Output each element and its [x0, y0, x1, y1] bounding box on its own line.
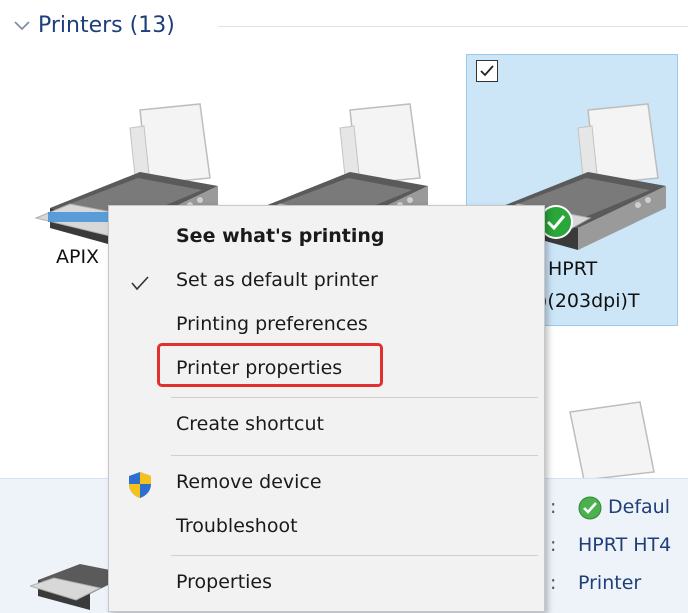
menu-item-see-whats-printing[interactable]: See what's printing	[109, 216, 544, 260]
menu-item-printing-preferences[interactable]: Printing preferences	[109, 304, 544, 348]
menu-item-label: Troubleshoot	[176, 515, 298, 537]
chevron-down-icon	[14, 21, 30, 31]
menu-item-label: See what's printing	[176, 225, 385, 247]
menu-item-remove-device[interactable]: Remove device	[109, 462, 544, 506]
menu-item-set-default[interactable]: Set as default printer	[109, 260, 544, 304]
section-divider	[218, 26, 688, 27]
details-colon: :	[550, 534, 557, 556]
menu-item-create-shortcut[interactable]: Create shortcut	[109, 404, 544, 448]
details-model: HPRT HT4	[578, 534, 672, 556]
green-check-icon	[578, 496, 602, 520]
menu-item-properties[interactable]: Properties	[109, 562, 544, 606]
printers-section-header[interactable]: Printers (13)	[12, 8, 175, 42]
details-category: Printer	[578, 572, 642, 594]
menu-separator	[171, 455, 538, 456]
details-status: Defaul	[608, 496, 670, 518]
menu-separator	[171, 555, 538, 556]
menu-item-label: Remove device	[176, 471, 322, 493]
menu-item-label: Create shortcut	[176, 413, 324, 435]
context-menu: See what's printing Set as default print…	[108, 205, 545, 612]
menu-item-label: Set as default printer	[176, 269, 378, 291]
tile-checkbox[interactable]	[476, 60, 498, 82]
printer-icon[interactable]	[530, 392, 680, 482]
details-colon: :	[550, 572, 557, 594]
printer-label-line2: )(203dpi)T	[540, 290, 640, 312]
checkmark-icon	[131, 276, 149, 291]
printer-label-line1: HPRT	[548, 258, 598, 280]
menu-item-troubleshoot[interactable]: Troubleshoot	[109, 506, 544, 550]
menu-item-label: Properties	[176, 571, 273, 593]
menu-separator	[171, 397, 538, 398]
printer-label: APIX	[56, 246, 100, 268]
section-title: Printers (13)	[38, 12, 175, 38]
menu-item-label: Printing preferences	[176, 313, 368, 335]
details-colon: :	[550, 496, 557, 518]
uac-shield-icon	[129, 472, 151, 498]
highlight-annotation	[157, 343, 383, 387]
checkbox-check-icon	[480, 65, 494, 77]
